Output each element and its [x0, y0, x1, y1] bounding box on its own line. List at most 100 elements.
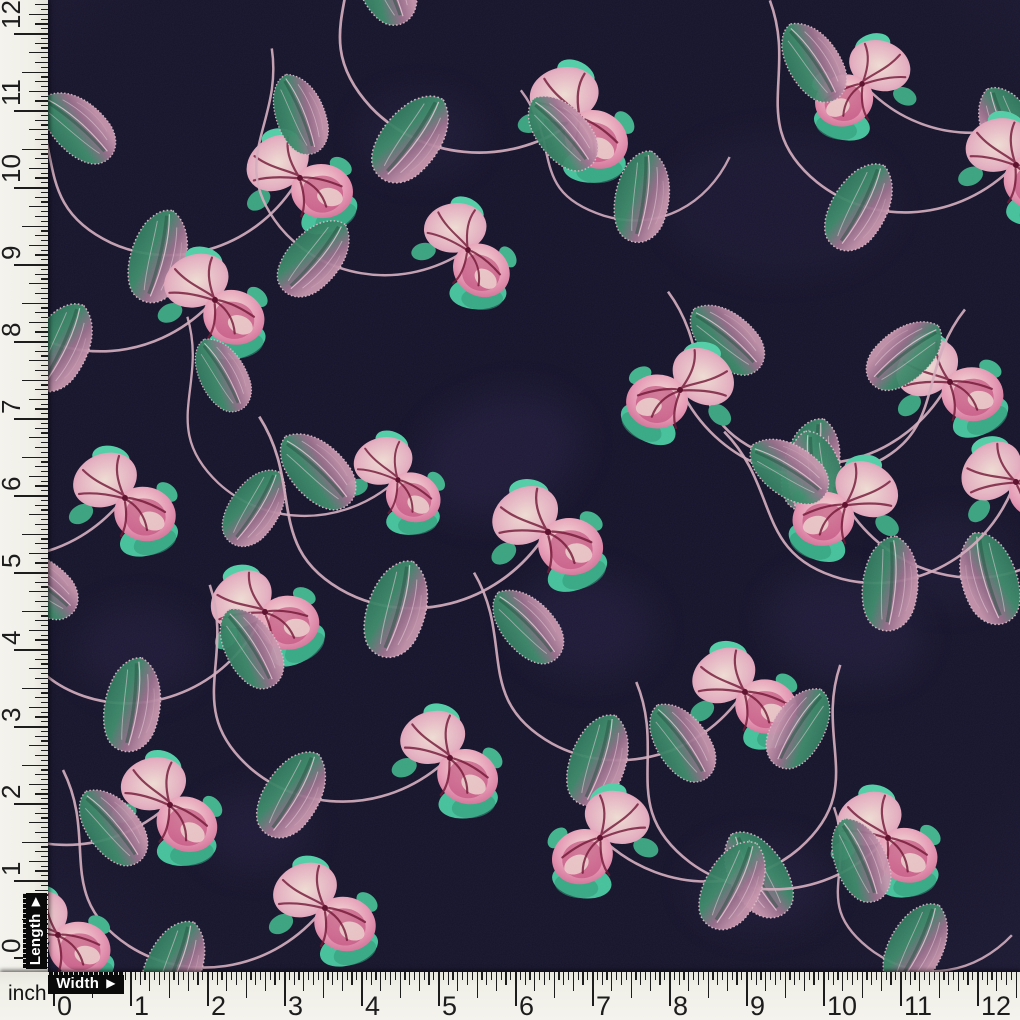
left-ruler-tick	[41, 211, 49, 212]
left-ruler-number: 4	[3, 631, 20, 645]
left-ruler-tick	[41, 596, 49, 597]
left-ruler-tick	[35, 543, 48, 544]
bottom-ruler-tick	[708, 972, 709, 998]
left-ruler-tick	[29, 553, 48, 554]
bottom-ruler-tick	[587, 972, 588, 980]
bottom-ruler-tick	[260, 972, 261, 980]
bottom-ruler-number: 0	[57, 993, 72, 1020]
left-ruler-tick	[41, 28, 49, 29]
bottom-ruler-tick	[1016, 972, 1017, 998]
bottom-ruler-tick	[443, 972, 444, 980]
bottom-ruler-tick	[910, 972, 911, 985]
bottom-ruler-tick	[558, 972, 559, 980]
left-ruler-tick	[41, 856, 49, 857]
bottom-ruler-tick	[438, 972, 440, 1006]
left-ruler-tick	[22, 688, 48, 689]
left-ruler-tick	[35, 120, 48, 121]
left-ruler-tick	[41, 558, 49, 559]
left-ruler-tick	[41, 182, 49, 183]
bottom-ruler-number: 6	[519, 993, 534, 1020]
bottom-ruler-tick	[688, 972, 689, 991]
left-ruler-tick	[35, 62, 48, 63]
left-ruler-tick	[41, 394, 49, 395]
bottom-ruler-tick	[207, 972, 209, 1006]
left-ruler-tick	[14, 264, 48, 266]
bottom-ruler-tick	[505, 972, 506, 985]
bottom-ruler-tick	[462, 972, 463, 980]
left-ruler-tick	[41, 750, 49, 751]
left-ruler-tick	[41, 673, 49, 674]
left-ruler-tick	[35, 485, 48, 486]
left-ruler-tick	[35, 331, 48, 332]
bottom-ruler-tick	[770, 972, 771, 980]
width-label-text: Width	[56, 975, 99, 992]
bottom-ruler-tick	[241, 972, 242, 980]
bottom-ruler-tick	[361, 972, 363, 1006]
bottom-ruler-tick	[568, 972, 569, 980]
left-ruler-tick	[35, 389, 48, 390]
left-ruler-tick	[41, 278, 49, 279]
bottom-ruler-tick	[135, 972, 136, 980]
bottom-ruler-tick	[563, 972, 564, 985]
bottom-ruler-tick	[842, 972, 843, 991]
bottom-ruler-tick	[919, 972, 920, 991]
bottom-ruler-tick	[991, 972, 992, 980]
left-ruler-tick	[41, 702, 49, 703]
bottom-ruler-tick	[554, 972, 555, 998]
bottom-ruler-tick	[433, 972, 434, 980]
left-ruler-tick	[41, 644, 49, 645]
left-ruler-tick	[29, 630, 48, 631]
left-ruler-tick	[41, 288, 49, 289]
left-ruler-tick	[35, 158, 48, 159]
left-ruler-tick	[35, 43, 48, 44]
left-ruler-tick	[41, 413, 49, 414]
bottom-ruler-tick	[221, 972, 222, 980]
left-ruler-tick	[41, 875, 49, 876]
left-ruler-tick	[41, 173, 49, 174]
bottom-ruler: 0123456789101112	[0, 972, 1020, 1020]
bottom-ruler-number: 2	[211, 993, 226, 1020]
bottom-ruler-tick	[789, 972, 790, 980]
left-ruler-tick	[29, 52, 48, 53]
left-ruler-tick	[41, 663, 49, 664]
bottom-ruler-tick	[380, 972, 381, 991]
left-ruler-tick	[14, 341, 48, 343]
bottom-ruler-tick	[400, 972, 401, 998]
left-ruler-number: 1	[3, 862, 20, 876]
bottom-ruler-tick	[347, 972, 348, 980]
bottom-ruler-tick	[857, 972, 858, 980]
left-ruler-tick	[41, 654, 49, 655]
bottom-ruler-tick	[173, 972, 174, 980]
bottom-ruler-number: 3	[288, 993, 303, 1020]
left-ruler-tick	[41, 625, 49, 626]
left-ruler-tick	[35, 601, 48, 602]
bottom-ruler-tick	[659, 972, 660, 985]
left-ruler-tick	[41, 163, 49, 164]
bottom-ruler-tick	[491, 972, 492, 980]
left-ruler-number: 2	[3, 785, 20, 799]
bottom-ruler-tick	[294, 972, 295, 985]
left-ruler-tick	[35, 274, 48, 275]
left-ruler-tick	[41, 259, 49, 260]
left-ruler-tick	[35, 620, 48, 621]
bottom-ruler-tick	[395, 972, 396, 980]
bottom-ruler-tick	[428, 972, 429, 985]
left-ruler-tick	[41, 404, 49, 405]
bottom-ruler-tick	[308, 972, 309, 980]
left-ruler-tick	[41, 509, 49, 510]
bottom-ruler-tick	[669, 972, 671, 1006]
bottom-ruler-tick	[698, 972, 699, 985]
left-ruler-tick	[35, 81, 48, 82]
bottom-ruler-tick	[765, 972, 766, 991]
bottom-ruler-tick	[712, 972, 713, 980]
bottom-ruler-number: 10	[827, 993, 857, 1020]
left-ruler-tick	[41, 712, 49, 713]
bottom-ruler-number: 12	[981, 993, 1011, 1020]
left-ruler-tick	[35, 447, 48, 448]
left-ruler: 0123456789101112	[0, 0, 48, 972]
left-ruler-tick	[41, 740, 49, 741]
left-ruler-number: 11	[3, 79, 20, 106]
unit-label: inch	[8, 982, 47, 1006]
bottom-ruler-tick	[323, 972, 324, 998]
bottom-ruler-tick	[982, 972, 983, 980]
